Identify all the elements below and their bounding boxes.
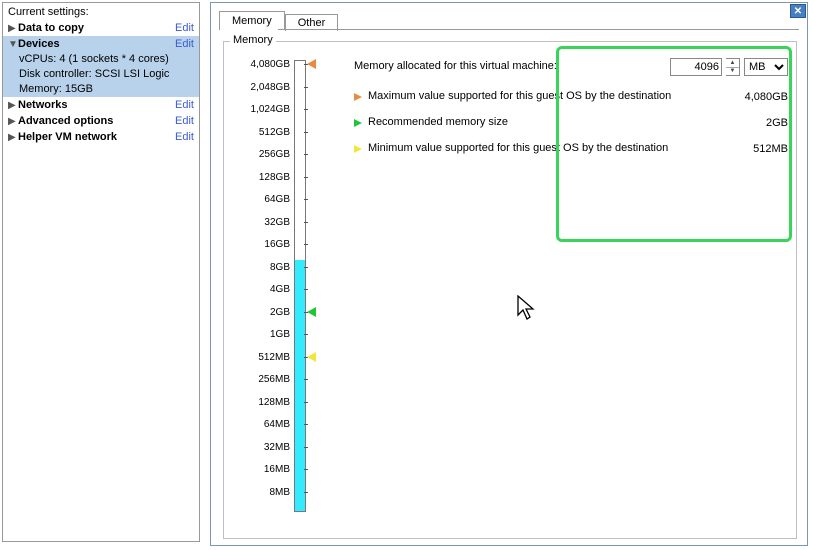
memory-allocated-label: Memory allocated for this virtual machin… (354, 58, 670, 72)
scale-tick (304, 132, 308, 133)
edit-link[interactable]: Edit (175, 38, 194, 50)
scale-tick-label: 32GB (264, 217, 290, 228)
scale-tick (304, 447, 308, 448)
scale-tick (304, 154, 308, 155)
triangle-green-icon (354, 119, 362, 127)
memory-description-area: Memory allocated for this virtual machin… (354, 58, 788, 168)
scale-tick-label: 512GB (259, 127, 290, 138)
sidebar-item-advanced-options[interactable]: ▶ Advanced options Edit (3, 113, 199, 129)
settings-sidebar: Current settings: ▶ Data to copy Edit ▼ … (2, 2, 200, 542)
scale-tick-label: 128GB (259, 172, 290, 183)
arrow-down-icon: ▼ (8, 39, 18, 50)
scale-tick-label: 16MB (264, 464, 290, 475)
spinner-down-icon[interactable]: ▼ (726, 68, 739, 76)
edit-link[interactable]: Edit (175, 22, 194, 34)
edit-link[interactable]: Edit (175, 115, 194, 127)
close-button[interactable]: ✕ (790, 4, 806, 18)
spinner-up-icon[interactable]: ▲ (726, 59, 739, 68)
memory-scale[interactable]: 4,080GB 2,048GB 1,024GB 512GB 256GB 128GB 64GB… (244, 52, 320, 522)
sidebar-item-label: Data to copy (18, 22, 175, 34)
arrow-right-icon: ▶ (8, 132, 18, 143)
sidebar-sub-vcpus: vCPUs: 4 (1 sockets * 4 cores) (3, 52, 199, 67)
scale-tick (304, 424, 308, 425)
scale-tick-label: 32MB (264, 442, 290, 453)
memory-rec-value: 2GB (728, 116, 788, 129)
arrow-right-icon: ▶ (8, 116, 18, 127)
scale-tick-label: 2,048GB (251, 82, 290, 93)
edit-link[interactable]: Edit (175, 131, 194, 143)
scale-tick-label: 512MB (258, 352, 290, 363)
scale-tick (304, 109, 308, 110)
memory-fieldset-legend: Memory (230, 34, 276, 46)
memory-max-label: Maximum value supported for this guest O… (368, 90, 728, 102)
arrow-right-icon: ▶ (8, 100, 18, 111)
tab-underline-cover (220, 29, 278, 30)
scale-tick (304, 334, 308, 335)
tab-memory[interactable]: Memory (219, 11, 285, 30)
memory-size-input[interactable] (670, 58, 722, 76)
memory-min-row: Minimum value supported for this guest O… (354, 142, 788, 156)
arrow-right-icon: ▶ (8, 23, 18, 34)
marker-min-icon (307, 352, 316, 362)
scale-tick (304, 267, 308, 268)
tab-bar: Memory Other (219, 9, 338, 29)
memory-unit-select[interactable]: MB (744, 58, 788, 76)
sidebar-item-networks[interactable]: ▶ Networks Edit (3, 97, 199, 113)
marker-max-icon (307, 59, 316, 69)
sidebar-sub-disk-controller: Disk controller: SCSI LSI Logic (3, 67, 199, 82)
scale-tick (304, 492, 308, 493)
scale-tick (304, 469, 308, 470)
scale-tick-label: 8GB (270, 262, 290, 273)
sidebar-item-label: Devices (18, 38, 175, 50)
memory-max-row: Maximum value supported for this guest O… (354, 90, 788, 104)
triangle-yellow-icon (354, 145, 362, 153)
sidebar-item-label: Advanced options (18, 115, 175, 127)
memory-scale-bar (294, 60, 306, 512)
scale-tick (304, 402, 308, 403)
sidebar-item-label: Networks (18, 99, 175, 111)
memory-fieldset: Memory 4,080GB2,048GB1,024GB512GB256GB12… (223, 41, 797, 539)
memory-spinner[interactable]: ▲ ▼ (726, 58, 740, 76)
memory-min-value: 512MB (728, 142, 788, 155)
scale-tick-label: 256MB (258, 374, 290, 385)
memory-rec-row: Recommended memory size 2GB (354, 116, 788, 130)
scale-tick-label: 8MB (269, 487, 290, 498)
scale-tick (304, 199, 308, 200)
sidebar-item-helper-vm-network[interactable]: ▶ Helper VM network Edit (3, 129, 199, 145)
tab-underline (219, 29, 799, 30)
scale-tick-label: 64GB (264, 194, 290, 205)
sidebar-item-devices[interactable]: ▼ Devices Edit (3, 36, 199, 52)
scale-tick (304, 379, 308, 380)
scale-tick-label: 256GB (259, 149, 290, 160)
memory-max-value: 4,080GB (728, 90, 788, 103)
sidebar-item-data-to-copy[interactable]: ▶ Data to copy Edit (3, 20, 199, 36)
scale-tick-label: 4,080GB (251, 59, 290, 70)
marker-recommended-icon (307, 307, 316, 317)
scale-tick (304, 87, 308, 88)
scale-tick-label: 2GB (270, 307, 290, 318)
scale-tick-label: 128MB (258, 397, 290, 408)
memory-min-label: Minimum value supported for this guest O… (368, 142, 728, 154)
memory-input-group: ▲ ▼ MB (670, 58, 788, 76)
settings-detail-panel: ✕ Memory Other Memory 4,080GB 2,048GB 1,02… (210, 2, 808, 546)
scale-tick (304, 244, 308, 245)
scale-tick (304, 289, 308, 290)
triangle-orange-icon (354, 93, 362, 101)
scale-tick-label: 16GB (264, 239, 290, 250)
scale-tick-label: 4GB (270, 284, 290, 295)
scale-tick-label: 1,024GB (251, 104, 290, 115)
memory-scale-fill (295, 260, 305, 512)
sidebar-sub-memory: Memory: 15GB (3, 82, 199, 97)
memory-rec-label: Recommended memory size (368, 116, 728, 128)
scale-tick (304, 177, 308, 178)
close-icon: ✕ (794, 6, 802, 17)
sidebar-title: Current settings: (3, 3, 199, 20)
scale-tick-label: 1GB (270, 329, 290, 340)
scale-tick-label: 64MB (264, 419, 290, 430)
scale-tick (304, 222, 308, 223)
sidebar-item-label: Helper VM network (18, 131, 175, 143)
edit-link[interactable]: Edit (175, 99, 194, 111)
